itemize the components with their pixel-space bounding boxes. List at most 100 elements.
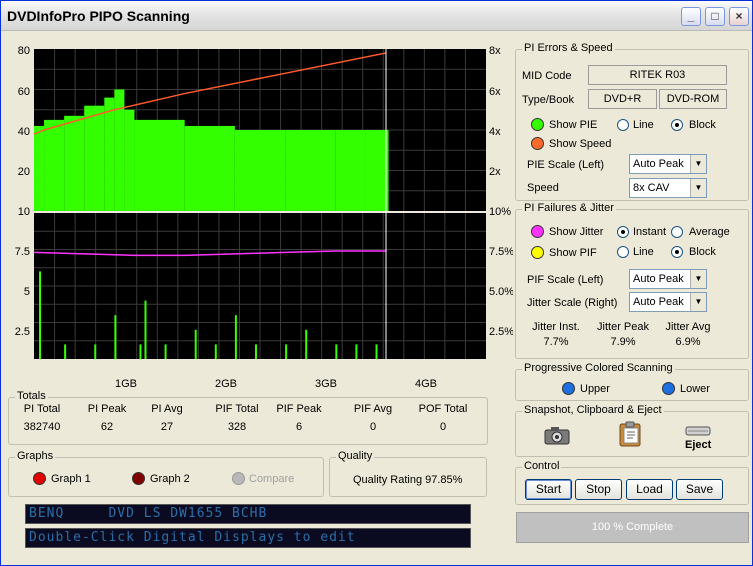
pie-bar [234, 130, 286, 211]
pie-bar [64, 115, 85, 211]
y-tick-left: 20 [18, 166, 30, 178]
y-tick-left: 5 [24, 286, 30, 298]
drive-lcd-display[interactable]: BENQ DVD LS DW1655 BCHB [25, 504, 471, 524]
snapshot-label: Snapshot, Clipboard & Eject [522, 404, 664, 416]
start-button[interactable]: Start [525, 479, 572, 500]
show-jitter-toggle-icon[interactable] [531, 225, 544, 238]
upper-color-icon[interactable] [562, 382, 575, 395]
x-tick: 3GB [315, 378, 337, 390]
show-pie-toggle-icon[interactable] [531, 118, 544, 131]
show-pif-toggle-icon[interactable] [531, 246, 544, 259]
camera-icon[interactable] [544, 425, 570, 445]
pif-bar [254, 344, 257, 359]
pif-bar [194, 329, 197, 359]
pif-scale-select[interactable]: Auto Peak ▼ [629, 269, 707, 289]
chevron-down-icon: ▼ [690, 179, 706, 197]
pif-bar [234, 315, 237, 359]
show-pif-label[interactable]: Show PIF [549, 247, 597, 259]
compare-label[interactable]: Compare [249, 473, 294, 485]
show-pie-label[interactable]: Show PIE [549, 119, 597, 131]
quality-rating: Quality Rating 97.85% [353, 474, 463, 486]
eject-label[interactable]: Eject [685, 439, 711, 451]
compare-toggle-icon[interactable] [232, 472, 245, 485]
jitter-instant-radio[interactable] [617, 226, 629, 238]
y-tick-left: 80 [18, 45, 30, 57]
x-tick: 2GB [215, 378, 237, 390]
lower-label[interactable]: Lower [680, 383, 710, 395]
totals-header: PIF Peak [276, 403, 322, 415]
totals-label: Totals [15, 390, 48, 402]
totals-value: 62 [100, 421, 114, 433]
jitter-average-label[interactable]: Average [689, 226, 730, 238]
totals-header: POF Total [418, 403, 468, 415]
speed-select[interactable]: 8x CAV ▼ [629, 178, 707, 198]
pie-line-radio[interactable] [617, 119, 629, 131]
speed-label: Speed [527, 182, 559, 194]
pi-errors-label: PI Errors & Speed [522, 42, 615, 54]
totals-value: 6 [295, 421, 303, 433]
hint-lcd-display[interactable]: Double-Click Digital Displays to edit [25, 528, 471, 548]
pif-bar [164, 344, 167, 359]
graph1-toggle-icon[interactable] [33, 472, 46, 485]
load-button[interactable]: Load [626, 479, 673, 500]
pie-bar [34, 125, 45, 211]
y-tick-right: 8x [489, 45, 501, 57]
x-tick: 1GB [115, 378, 137, 390]
pie-scale-select[interactable]: Auto Peak ▼ [629, 154, 707, 174]
pif-line-label[interactable]: Line [633, 246, 654, 258]
chevron-down-icon: ▼ [690, 270, 706, 288]
jitter-scale-select[interactable]: Auto Peak ▼ [629, 292, 707, 312]
jitter-avg-label: Jitter Avg [665, 321, 711, 333]
pie-bar [104, 97, 115, 211]
minimize-button[interactable]: _ [681, 7, 701, 26]
pif-bar [94, 344, 97, 359]
totals-value: 27 [160, 421, 174, 433]
pif-bar [355, 344, 358, 359]
jitter-inst-label: Jitter Inst. [532, 321, 580, 333]
show-speed-toggle-icon[interactable] [531, 137, 544, 150]
close-button[interactable]: × [729, 7, 749, 26]
y-tick-left: 2.5 [15, 326, 30, 338]
pif-scale-value: Auto Peak [633, 273, 684, 285]
lower-color-icon[interactable] [662, 382, 675, 395]
pie-line-label[interactable]: Line [633, 119, 654, 131]
pie-block-radio[interactable] [671, 119, 683, 131]
totals-header: PI Total [23, 403, 61, 415]
pie-scale-label: PIE Scale (Left) [527, 159, 605, 171]
totals-value: 0 [369, 421, 377, 433]
stop-button[interactable]: Stop [575, 479, 622, 500]
pie-block-label[interactable]: Block [689, 119, 716, 131]
y-tick-left: 60 [18, 86, 30, 98]
pif-line-radio[interactable] [617, 246, 629, 258]
scan-chart: 80 60 40 20 10 8x 6x 4x 2x 7.5 5 2.5 10%… [15, 45, 513, 390]
jitter-instant-label[interactable]: Instant [633, 226, 666, 238]
pif-bar [64, 344, 67, 359]
totals-header: PIF Avg [353, 403, 393, 415]
eject-icon[interactable] [685, 425, 711, 437]
show-jitter-label[interactable]: Show Jitter [549, 226, 603, 238]
pie-scale-value: Auto Peak [633, 158, 684, 170]
window-title: DVDInfoPro PIPO Scanning [7, 8, 190, 24]
show-speed-label[interactable]: Show Speed [549, 138, 611, 150]
y-tick-right: 10% [489, 206, 511, 218]
jitter-average-radio[interactable] [671, 226, 683, 238]
graph2-label[interactable]: Graph 2 [150, 473, 190, 485]
clipboard-icon[interactable] [618, 421, 644, 447]
pif-block-label[interactable]: Block [689, 246, 716, 258]
chevron-down-icon: ▼ [690, 155, 706, 173]
progressive-group: Progressive Colored Scanning [515, 362, 749, 401]
totals-value: 328 [227, 421, 247, 433]
pif-block-radio[interactable] [671, 246, 683, 258]
book-field: DVD-ROM [659, 89, 727, 109]
graph1-label[interactable]: Graph 1 [51, 473, 91, 485]
upper-label[interactable]: Upper [580, 383, 610, 395]
y-tick-right: 7.5% [489, 246, 513, 258]
pie-bar [335, 130, 366, 211]
pie-bar [124, 109, 135, 211]
save-button[interactable]: Save [676, 479, 723, 500]
jitter-avg-value: 6.9% [675, 336, 701, 348]
pif-bar [305, 329, 308, 359]
graph2-toggle-icon[interactable] [132, 472, 145, 485]
pif-bar [39, 271, 42, 359]
maximize-button[interactable]: □ [705, 7, 725, 26]
